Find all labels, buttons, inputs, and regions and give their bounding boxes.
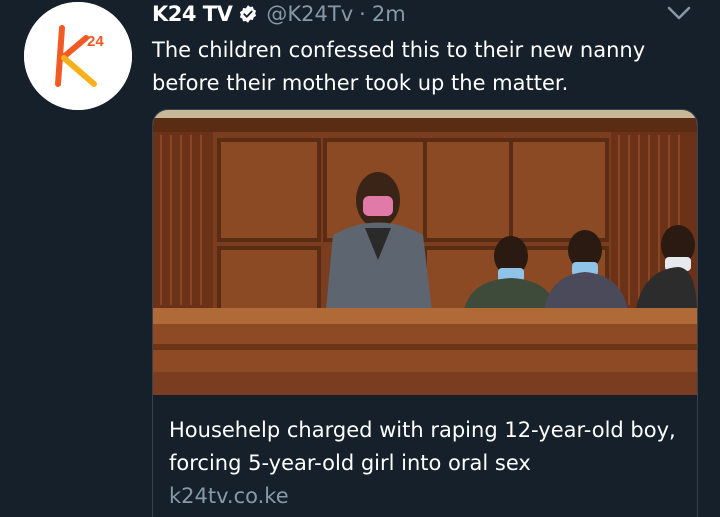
handle[interactable]: @K24Tv <box>266 2 353 26</box>
svg-text:24: 24 <box>87 33 104 50</box>
k24-logo-icon: 24 <box>24 2 132 110</box>
card-title[interactable]: Househelp charged with raping 12-year-ol… <box>169 414 689 480</box>
timestamp[interactable]: 2m <box>372 2 406 26</box>
chevron-down-icon[interactable] <box>666 4 692 22</box>
separator-dot: · <box>359 2 366 26</box>
tweet-text: The children confessed this to their new… <box>152 38 646 95</box>
tweet-header: K24 TV @K24Tv · 2m <box>152 0 406 28</box>
courtroom-photo[interactable] <box>153 110 697 395</box>
display-name[interactable]: K24 TV <box>152 2 233 26</box>
verified-badge-icon <box>240 5 257 23</box>
avatar[interactable]: 24 <box>24 2 132 110</box>
tweet[interactable]: 24 K24 TV @K24Tv · 2m The children confe… <box>0 0 720 517</box>
link-card[interactable]: Househelp charged with raping 12-year-ol… <box>152 109 698 517</box>
card-domain[interactable]: k24tv.co.ke <box>169 484 289 508</box>
